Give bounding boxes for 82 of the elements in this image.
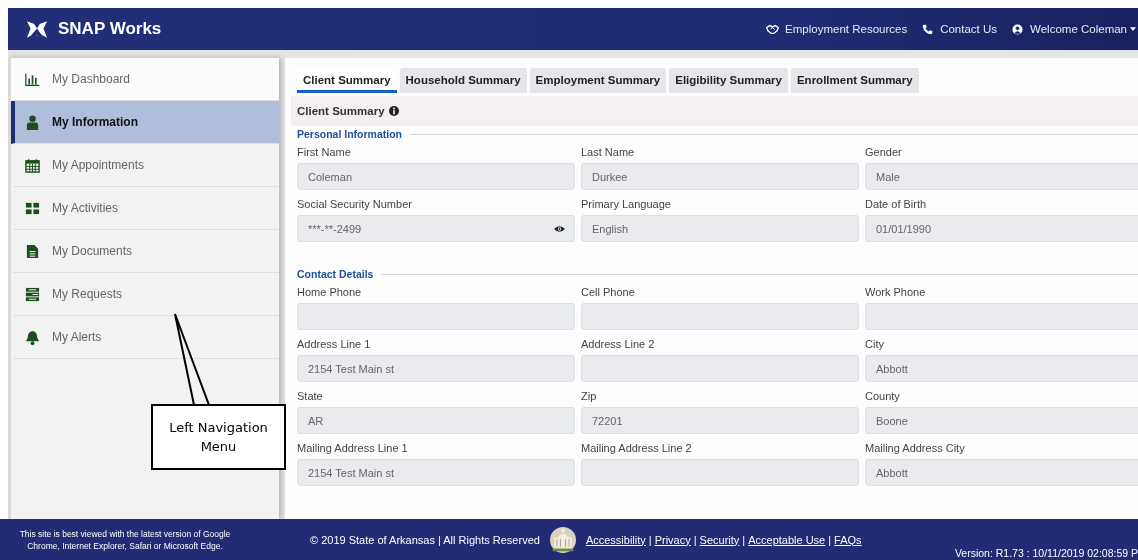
section-title: Personal Information (297, 128, 402, 140)
sidebar-item[interactable]: My Requests (11, 273, 279, 316)
input-field[interactable]: ***-**-2499 (297, 215, 575, 242)
input-field[interactable] (297, 303, 575, 330)
app-title: SNAP Works (58, 19, 162, 39)
bell-icon (25, 329, 40, 345)
field-label: First Name (297, 146, 352, 158)
user-icon (1011, 23, 1025, 35)
grid-icon (25, 200, 40, 216)
sidebar-item[interactable]: My Appointments (11, 144, 279, 187)
tab[interactable]: Enrollment Summary (790, 68, 919, 93)
input-field[interactable]: 72201 (581, 407, 859, 434)
field-label: Home Phone (297, 286, 363, 298)
field-label: County (865, 390, 901, 402)
input-field[interactable] (865, 303, 1138, 330)
field-label: Cell Phone (581, 286, 636, 298)
input-field[interactable]: Coleman (297, 163, 575, 190)
field-label: Primary Language (581, 198, 672, 210)
phone-icon (921, 23, 935, 35)
footer-link[interactable]: Security (699, 533, 740, 546)
callout-label: Left Navigation Menu (151, 404, 286, 470)
input-field[interactable] (581, 303, 859, 330)
sidebar-item[interactable]: My Information (11, 101, 279, 144)
input-field[interactable] (581, 355, 859, 382)
input-field[interactable] (581, 459, 859, 486)
copyright-text: © 2019 State of Arkansas | All Rights Reserved (310, 533, 540, 546)
field-label: Mailing Address Line 2 (581, 442, 693, 454)
field-label: State (297, 390, 324, 402)
tab[interactable]: Eligibility Summary (669, 68, 788, 93)
header-link[interactable]: Employment Resources (766, 23, 908, 35)
input-field[interactable]: 2154 Test Main st (297, 355, 575, 382)
logo-icon (26, 19, 48, 39)
sidebar-item[interactable]: My Alerts (11, 316, 279, 359)
tab[interactable]: Employment Summary (529, 68, 667, 93)
footer-link[interactable]: Acceptable Use (748, 533, 826, 546)
capitol-building-icon (549, 526, 576, 553)
link-separator: | (693, 533, 697, 546)
calendar-icon (25, 157, 40, 173)
field-label: City (865, 338, 885, 350)
field-label: Address Line 1 (297, 338, 372, 350)
footer-link[interactable]: Privacy (654, 533, 691, 546)
field-label: Work Phone (865, 286, 927, 298)
caret-icon (1130, 27, 1136, 31)
input-field[interactable]: 2154 Test Main st (297, 459, 575, 486)
tab[interactable]: Household Summary (399, 68, 527, 93)
field-label: Social Security Number (297, 198, 413, 210)
info-icon (388, 106, 399, 116)
field-label: Mailing Address City (865, 442, 966, 454)
eye-icon[interactable] (554, 224, 565, 233)
header-link[interactable]: Contact Us (921, 23, 998, 35)
browser-note: This site is best viewed with the latest version of Google Chrome, Internet Explorer, Safari or Microsoft Edge. (18, 527, 232, 552)
input-field[interactable]: Durkee (581, 163, 859, 190)
sidebar-item[interactable]: My Dashboard (11, 58, 279, 101)
handshake-icon (766, 23, 780, 35)
field-label: Date of Birth (865, 198, 928, 210)
field-label: Mailing Address Line 1 (297, 442, 409, 454)
field-label: Last Name (581, 146, 636, 158)
input-field[interactable]: Abbott (865, 355, 1138, 382)
input-field[interactable]: Abbott (865, 459, 1138, 486)
document-icon (25, 243, 40, 259)
header-link[interactable]: Welcome Coleman (1011, 23, 1136, 35)
sidebar-item[interactable]: My Activities (11, 187, 279, 230)
link-separator: | (648, 533, 652, 546)
input-field[interactable]: Male (865, 163, 1138, 190)
link-separator: | (828, 533, 832, 546)
field-label: Gender (865, 146, 903, 158)
input-field[interactable]: 01/01/1990 (865, 215, 1138, 242)
input-field[interactable]: English (581, 215, 859, 242)
sidebar-item[interactable]: My Documents (11, 230, 279, 273)
field-label: Address Line 2 (581, 338, 656, 350)
input-field[interactable]: AR (297, 407, 575, 434)
list-icon (25, 286, 40, 302)
section-title: Contact Details (297, 268, 374, 280)
version-text: Version: R1.73 : 10/11/2019 02:08:59 P (954, 547, 1138, 559)
person-icon (25, 114, 40, 130)
field-label: Zip (581, 390, 598, 402)
footer-link[interactable]: FAQs (834, 533, 862, 546)
link-separator: | (742, 533, 746, 546)
input-field[interactable]: Boone (865, 407, 1138, 434)
panel-title: Client Summary (297, 105, 385, 117)
footer-link[interactable]: Accessibility (585, 533, 646, 546)
bar-chart-icon (25, 71, 40, 87)
